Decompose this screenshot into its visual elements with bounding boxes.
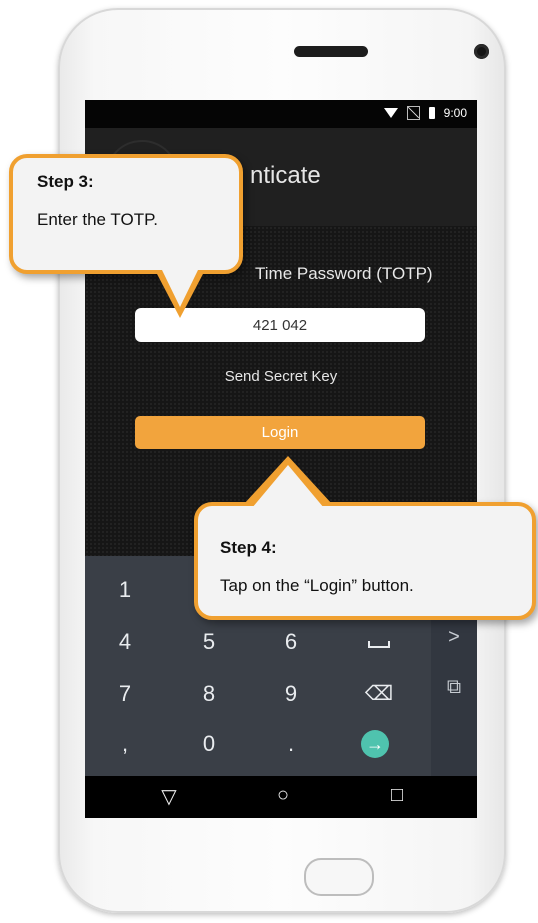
key-9[interactable]: 9	[261, 669, 321, 719]
callout-step-4-pointer-fill	[252, 465, 324, 508]
callout-step-3: Step 3: Enter the TOTP.	[9, 154, 243, 274]
wifi-icon	[383, 108, 398, 118]
navigation-bar: ▽ ○ □	[85, 776, 477, 818]
backspace-icon[interactable]: ⌫	[349, 669, 409, 719]
send-secret-key-link[interactable]: Send Secret Key	[85, 368, 477, 385]
callout-step-4-body: Tap on the “Login” button.	[220, 576, 414, 595]
recents-icon[interactable]: □	[377, 784, 417, 807]
key-0[interactable]: 0	[179, 719, 239, 769]
callout-step-3-title: Step 3:	[37, 172, 94, 191]
battery-icon	[428, 107, 435, 119]
app-title: nticate	[250, 162, 321, 189]
home-button[interactable]	[304, 858, 374, 896]
home-icon[interactable]: ○	[263, 784, 303, 807]
back-icon[interactable]: ▽	[149, 784, 189, 809]
key-4[interactable]: 4	[95, 617, 155, 667]
go-arrow-icon[interactable]: →	[361, 730, 389, 758]
front-camera	[474, 44, 489, 59]
key-period[interactable]: .	[261, 719, 321, 769]
login-button[interactable]: Login	[135, 416, 425, 449]
callout-step-4: Step 4: Tap on the “Login” button.	[194, 502, 536, 620]
space-key-icon[interactable]	[349, 617, 409, 667]
callout-step-3-pointer-fill	[162, 270, 198, 307]
key-8[interactable]: 8	[179, 669, 239, 719]
key-1[interactable]: 1	[95, 565, 155, 615]
key-comma[interactable]: ,	[95, 719, 155, 769]
speaker-grille	[294, 46, 368, 57]
callout-step-4-title: Step 4:	[220, 538, 277, 557]
key-7[interactable]: 7	[95, 669, 155, 719]
totp-label: Time Password (TOTP)	[255, 264, 433, 283]
status-time: 9:00	[443, 106, 467, 120]
key-6[interactable]: 6	[261, 617, 321, 667]
popout-icon[interactable]: ⧉	[431, 676, 477, 699]
no-sim-icon	[406, 106, 420, 120]
callout-step-3-body: Enter the TOTP.	[37, 210, 158, 229]
key-5[interactable]: 5	[179, 617, 239, 667]
chevron-right-icon[interactable]: >	[431, 626, 477, 649]
status-bar: 9:00	[85, 100, 477, 128]
